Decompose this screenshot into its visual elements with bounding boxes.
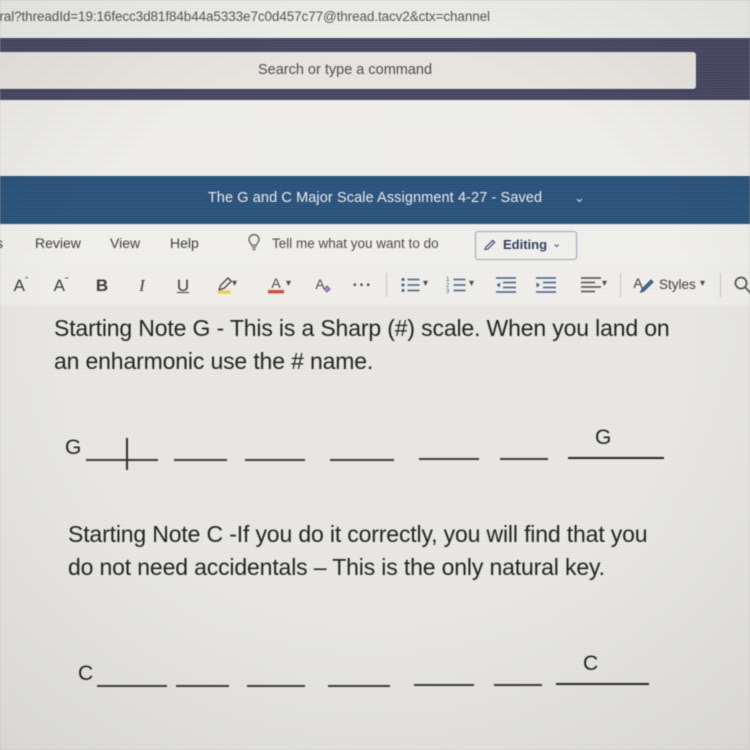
clear-formatting-icon: A [315,276,331,293]
numbered-list-icon: 123 [446,277,466,295]
more-formatting-button[interactable]: ⋯ [350,272,374,298]
word-title-bar: The G and C Major Scale Assignment 4-27 … [0,176,750,224]
search-icon [734,276,750,294]
browser-address-bar[interactable]: eral?threadId=19:16fecc3d81f84b44a5333e7… [0,0,750,39]
teams-app-chrome-gap [0,100,750,176]
highlight-chevron-down-icon[interactable]: ▾ [232,278,237,289]
grow-font-button[interactable]: Aˆ [8,272,34,298]
stave-c-blank-7[interactable] [556,683,649,685]
underline-button[interactable]: U [172,272,194,298]
italic-glyph: I [139,275,145,295]
stave-g-blank-1[interactable] [86,459,158,461]
ribbon-tab-strip: s Review View Help Tell me what you want… [0,224,750,264]
align-left-icon [581,277,601,293]
styles-chevron-down-icon[interactable]: ▾ [700,278,705,289]
editing-chevron-down-icon: ⌄ [552,238,562,250]
align-chevron-down-icon[interactable]: ▾ [602,278,607,289]
decrease-indent-icon [496,277,516,293]
svg-text:A: A [315,276,325,292]
styles-button[interactable]: A [630,272,656,298]
underline-glyph: U [176,275,190,295]
bulleted-list-icon [401,278,420,292]
pencil-icon [483,239,496,251]
grow-font-glyph: Aˆ [13,275,29,295]
stave-c-end-note: C [583,652,599,675]
tab-review[interactable]: Review [35,235,81,251]
stave-c-blank-1[interactable] [97,685,167,687]
stave-g-blank-2[interactable] [174,459,227,461]
font-color-chevron-down-icon[interactable]: ▾ [286,278,291,289]
editing-mode-button[interactable]: Editing ⌄ [475,231,577,260]
teams-search-input[interactable]: Search or type a command [0,52,696,89]
search-button[interactable] [731,272,750,298]
increase-indent-icon [536,277,556,293]
tell-me-search-label[interactable]: Tell me what you want to do [272,236,439,251]
font-color-icon: A [268,275,284,294]
stave-c-blank-2[interactable] [176,685,229,687]
editing-label: Editing [503,237,548,252]
tab-view[interactable]: View [110,235,140,251]
styles-label: Styles [659,277,696,292]
title-chevron-down-icon[interactable]: ⌄ [574,190,585,206]
italic-button[interactable]: I [132,272,152,298]
stave-c-row[interactable]: C C [0,652,750,698]
shrink-font-glyph: A˜ [53,275,69,295]
toolbar-separator [720,273,721,297]
styles-icon: A [633,275,654,294]
increase-indent-button[interactable] [533,272,559,298]
decrease-indent-button[interactable] [493,272,519,298]
shrink-font-button[interactable]: A˜ [48,272,74,298]
align-button[interactable] [578,272,604,298]
svg-text:3: 3 [446,289,450,295]
screenshot-root: eral?threadId=19:16fecc3d81f84b44a5333e7… [0,0,750,750]
stave-g-end-note: G [595,426,612,449]
bullets-button[interactable] [398,272,424,298]
bullets-chevron-down-icon[interactable]: ▾ [423,278,428,289]
teams-search-placeholder: Search or type a command [257,62,433,78]
stave-c-blank-5[interactable] [414,684,474,686]
address-bar-url: eral?threadId=19:16fecc3d81f84b44a5333e7… [0,9,490,24]
stave-g-start-note: G [65,436,82,459]
stave-g-blank-4[interactable] [330,459,394,461]
formatting-toolbar: Aˆ A˜ B I U ▾ A ▾ A ⋯ ▾ 1 2 3 ▾ ▾ A Styl… [0,264,750,306]
stave-c-blank-3[interactable] [247,685,305,687]
tab-help[interactable]: Help [170,235,199,251]
svg-text:A: A [271,275,281,291]
numbering-chevron-down-icon[interactable]: ▾ [469,278,474,289]
toolbar-separator [386,273,387,297]
stave-g-blank-5[interactable] [419,458,479,460]
clear-formatting-button[interactable]: A [310,272,336,298]
bold-button[interactable]: B [90,272,114,298]
stave-g-row[interactable]: G G [0,426,750,472]
stave-c-blank-4[interactable] [328,685,390,687]
numbering-button[interactable]: 123 [444,272,470,298]
stave-g-blank-3[interactable] [245,459,305,461]
toolbar-separator [620,273,621,297]
text-caret [126,438,128,470]
paragraph-g-instructions[interactable]: Starting Note G - This is a Sharp (#) sc… [54,312,694,378]
stave-c-blank-6[interactable] [494,684,542,686]
ellipsis-icon: ⋯ [351,274,373,296]
document-title: The G and C Major Scale Assignment 4-27 … [207,190,543,206]
bold-glyph: B [95,275,109,295]
stave-c-start-note: C [78,662,94,685]
stave-g-blank-7[interactable] [568,457,664,459]
font-color-button[interactable]: A [264,272,288,298]
lightbulb-icon [248,233,260,250]
tab-references-truncated[interactable]: s [0,235,3,251]
paragraph-c-instructions[interactable]: Starting Note C -If you do it correctly,… [68,518,668,584]
stave-g-blank-6[interactable] [500,458,548,460]
